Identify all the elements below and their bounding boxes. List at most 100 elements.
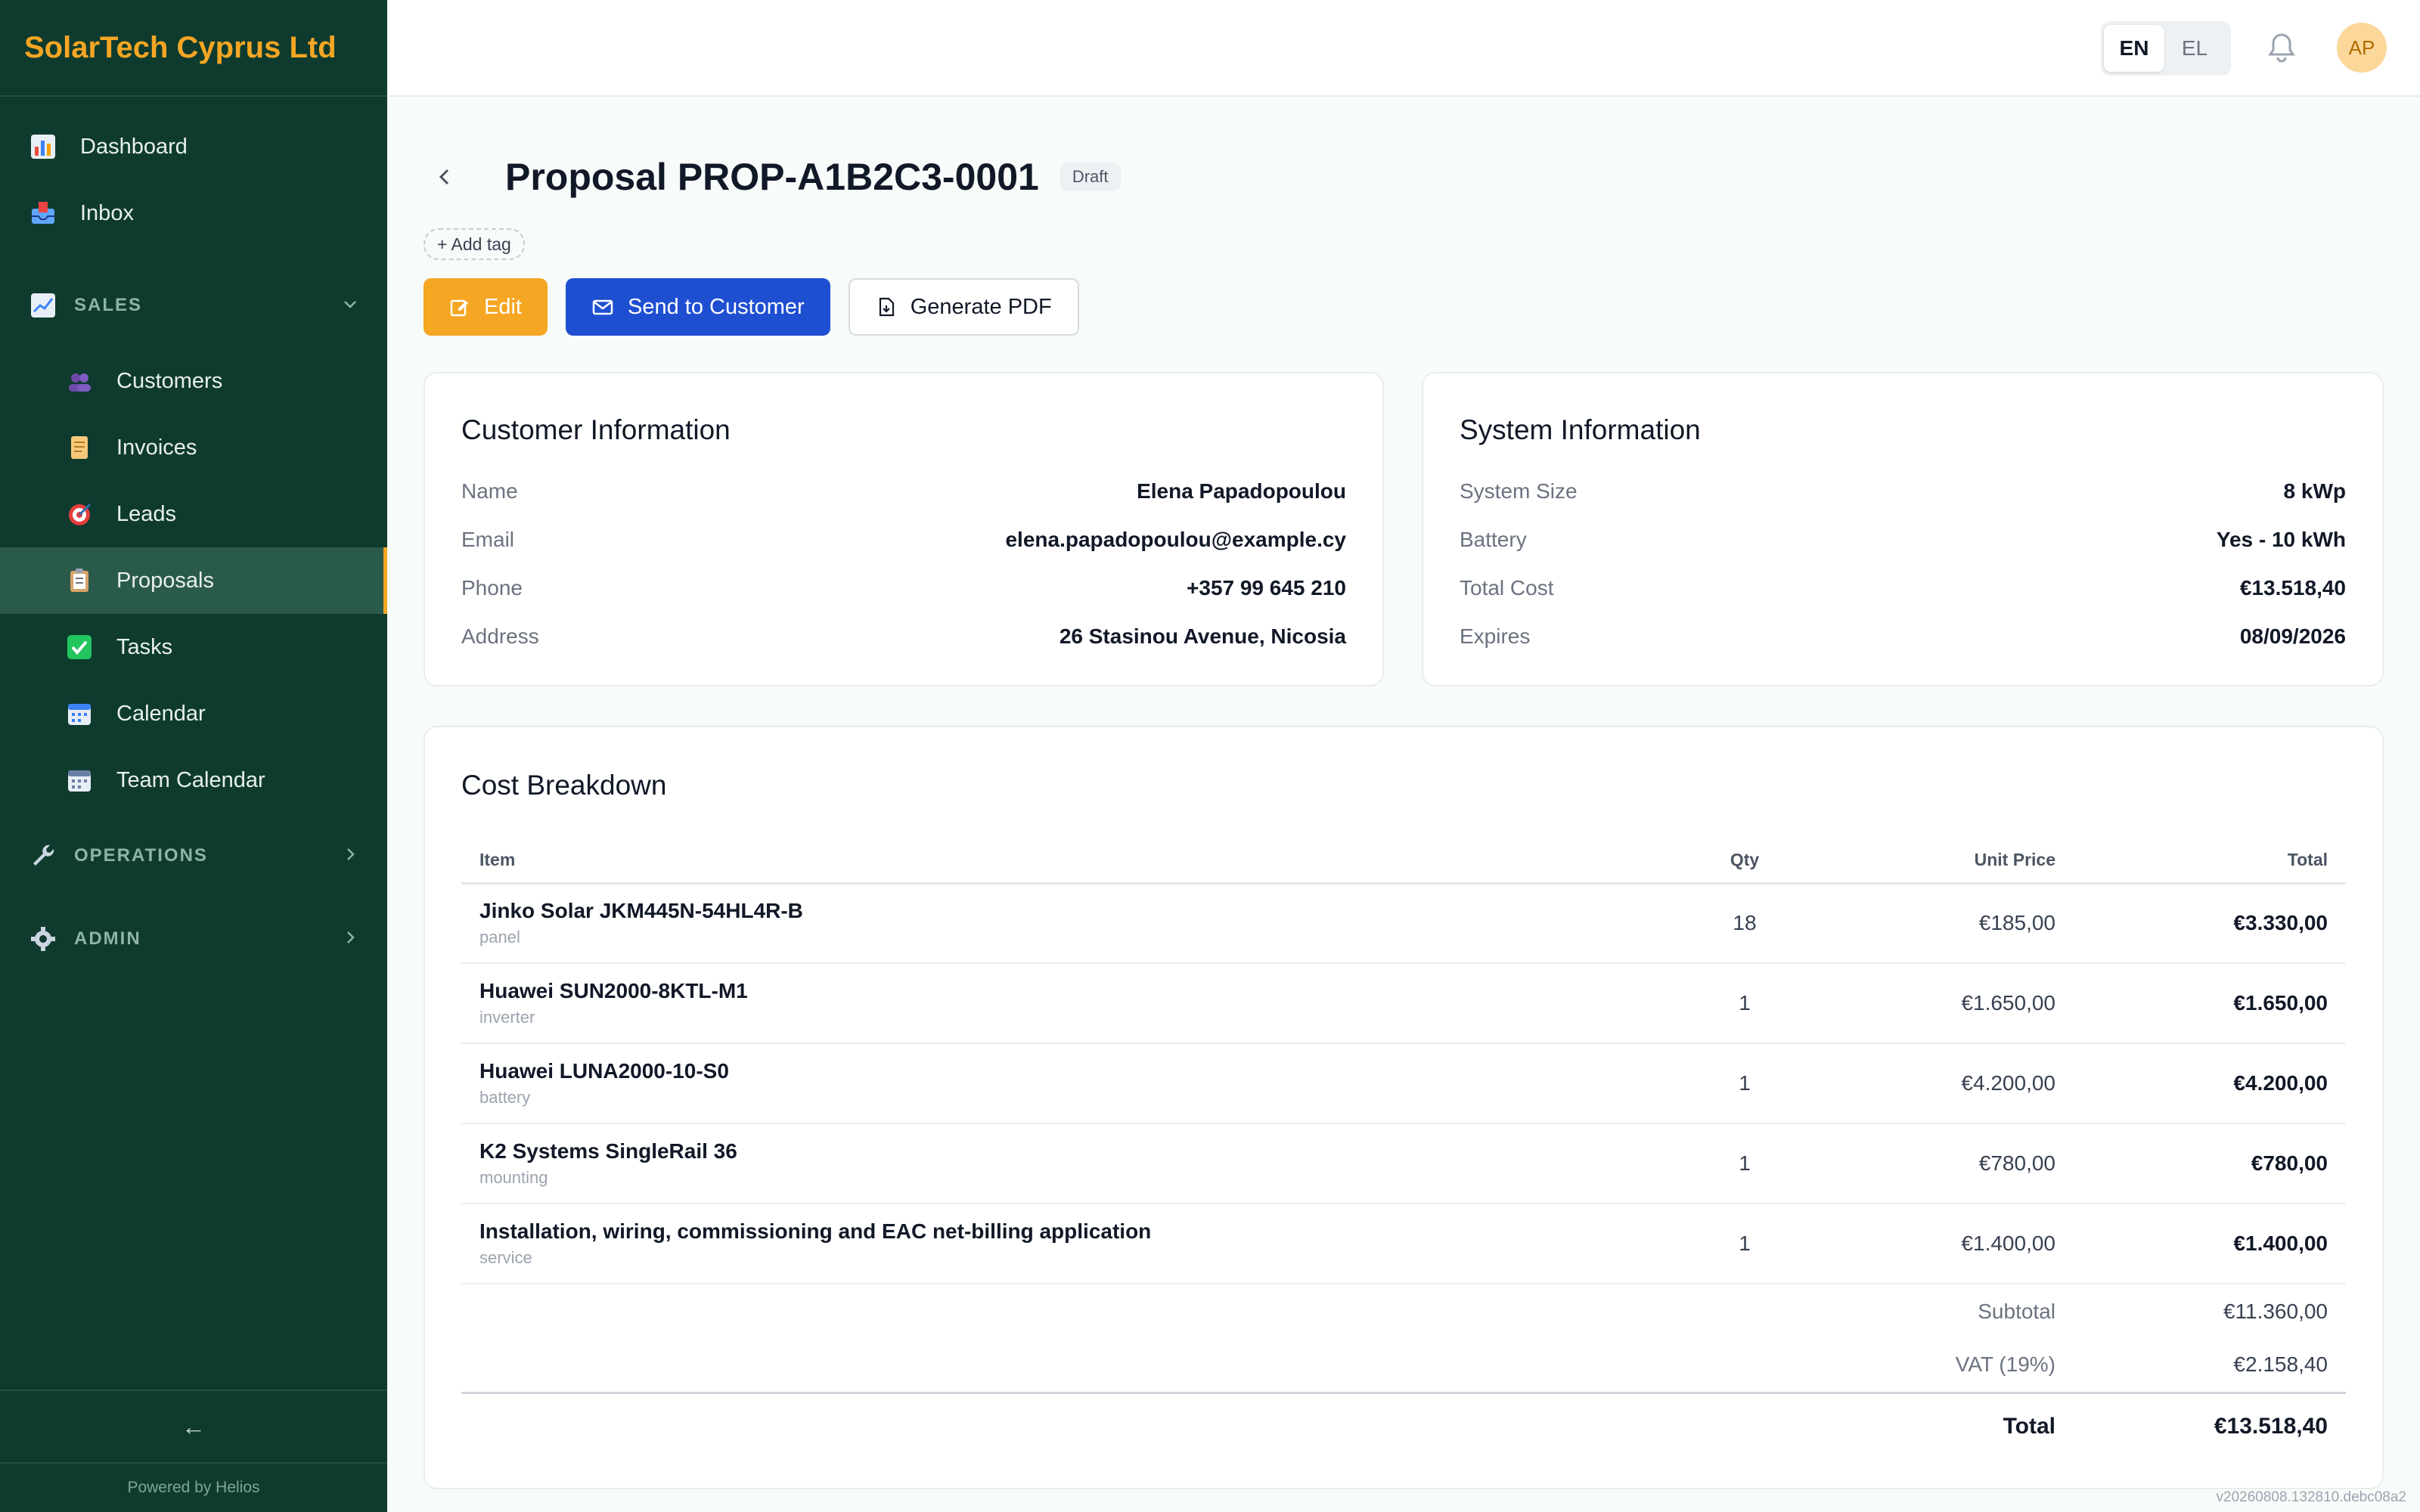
- vat-value: €2.158,40: [2233, 1352, 2328, 1377]
- wrench-icon: [29, 841, 57, 870]
- column-header: Unit Price: [1809, 838, 2074, 885]
- column-header: Qty: [1680, 838, 1809, 885]
- send-label: Send to Customer: [627, 294, 805, 319]
- info-row: Address 26 Stasinou Avenue, Nicosia: [461, 624, 1346, 648]
- file-icon: [876, 296, 897, 318]
- cost-table: Item Qty Unit Price Total Jinko Solar JK…: [461, 838, 2346, 1459]
- system-info-card: System Information System Size 8 kWp Batt…: [1422, 372, 2384, 686]
- item-category: battery: [479, 1088, 531, 1107]
- cost-breakdown-card: Cost Breakdown Item Qty Unit Price Total…: [424, 726, 2384, 1489]
- info-row: Battery Yes - 10 kWh: [1460, 528, 2346, 551]
- item-name: Huawei LUNA2000-10-S0: [479, 1059, 729, 1083]
- page-title: Proposal PROP-A1B2C3-0001: [505, 156, 1039, 198]
- table-row: K2 Systems SingleRail 36 mounting 1 €780,…: [461, 1123, 2346, 1204]
- sidebar-item-team-calendar[interactable]: Team Calendar: [0, 747, 387, 813]
- item-category: inverter: [479, 1008, 535, 1027]
- column-header: Total: [2074, 838, 2346, 885]
- total-row: Total €13.518,40: [461, 1391, 2346, 1459]
- item-qty: 18: [1680, 883, 1809, 964]
- item-category: mounting: [479, 1168, 548, 1187]
- card-heading: Customer Information: [461, 414, 731, 445]
- column-header: Item: [461, 838, 1680, 885]
- item-name: Installation, wiring, commissioning and …: [479, 1219, 1152, 1243]
- sidebar-item-label: Dashboard: [80, 134, 188, 159]
- brand-name: SolarTech Cyprus Ltd: [24, 30, 337, 64]
- item-name: Jinko Solar JKM445N-54HL4R-B: [479, 899, 803, 923]
- vat-label: VAT (19%): [1955, 1352, 2055, 1377]
- vat-row: VAT (19%) €2.158,40: [461, 1338, 2346, 1393]
- sidebar-item-label: Tasks: [116, 634, 173, 659]
- item-total: €1.650,00: [2074, 963, 2346, 1044]
- sidebar-item-label: Invoices: [116, 435, 197, 460]
- item-unit-price: €4.200,00: [1809, 1043, 2074, 1124]
- sidebar-item-label: Proposals: [116, 568, 214, 593]
- info-row: Phone +357 99 645 210: [461, 576, 1346, 600]
- sidebar-item-proposals[interactable]: Proposals: [0, 547, 387, 614]
- item-unit-price: €780,00: [1809, 1123, 2074, 1204]
- language-switcher: EN EL: [2101, 21, 2231, 76]
- sidebar-item-invoices[interactable]: Invoices: [0, 414, 387, 481]
- inbox-icon: [29, 199, 57, 228]
- chevron-right-icon: [342, 844, 358, 868]
- calendar-icon: [65, 699, 94, 728]
- table-row: Huawei SUN2000-8KTL-M1 inverter 1 €1.650,…: [461, 963, 2346, 1044]
- item-total: €780,00: [2074, 1123, 2346, 1204]
- target-icon: [65, 500, 94, 528]
- lang-option-en[interactable]: EN: [2104, 25, 2164, 72]
- total-value: €13.518,40: [2074, 1391, 2346, 1459]
- item-category: service: [479, 1248, 532, 1267]
- chevron-down-icon: [342, 294, 358, 318]
- card-heading: Cost Breakdown: [461, 770, 667, 801]
- sidebar-item-leads[interactable]: Leads: [0, 481, 387, 547]
- sidebar-section-label: OPERATIONS: [74, 845, 208, 866]
- collapse-sidebar-button[interactable]: ←: [0, 1390, 387, 1462]
- item-qty: 1: [1680, 1043, 1809, 1124]
- info-row: Email elena.papadopoulou@example.cy: [461, 528, 1346, 551]
- sidebar-item-inbox[interactable]: Inbox: [0, 180, 387, 246]
- sidebar-item-dashboard[interactable]: Dashboard: [0, 113, 387, 180]
- sidebar-section-sales[interactable]: SALES: [0, 263, 387, 348]
- sidebar-section-admin[interactable]: ADMIN: [0, 897, 387, 981]
- status-badge: Draft: [1060, 163, 1121, 191]
- sidebar: SolarTech Cyprus Ltd Dashboard Inbox SAL…: [0, 0, 387, 1512]
- sidebar-item-label: Team Calendar: [116, 767, 265, 792]
- arrow-left-icon: ←: [182, 1412, 206, 1440]
- bell-icon[interactable]: [2263, 29, 2301, 67]
- item-qty: 1: [1680, 963, 1809, 1044]
- chevron-left-icon: [439, 169, 449, 185]
- generate-pdf-button[interactable]: Generate PDF: [848, 278, 1079, 336]
- sidebar-item-label: Leads: [116, 501, 177, 526]
- brand[interactable]: SolarTech Cyprus Ltd: [0, 0, 387, 97]
- subtotal-value: €11.360,00: [2223, 1299, 2328, 1323]
- sidebar-item-calendar[interactable]: Calendar: [0, 680, 387, 747]
- item-total: €1.400,00: [2074, 1204, 2346, 1284]
- table-row: Huawei LUNA2000-10-S0 battery 1 €4.200,00…: [461, 1043, 2346, 1124]
- sidebar-item-label: Calendar: [116, 701, 206, 726]
- item-category: panel: [479, 928, 520, 947]
- sidebar-item-customers[interactable]: Customers: [0, 348, 387, 414]
- edit-button[interactable]: Edit: [424, 278, 548, 336]
- back-button[interactable]: [424, 156, 466, 198]
- pdf-label: Generate PDF: [910, 294, 1052, 319]
- info-row: System Size 8 kWp: [1460, 479, 2346, 503]
- sidebar-item-tasks[interactable]: Tasks: [0, 614, 387, 680]
- item-unit-price: €1.400,00: [1809, 1204, 2074, 1284]
- edit-icon: [449, 296, 470, 318]
- info-row: Expires 08/09/2026: [1460, 624, 2346, 648]
- sidebar-item-label: Customers: [116, 368, 223, 393]
- calendar-icon: [65, 766, 94, 795]
- add-tag-button[interactable]: + Add tag: [424, 228, 525, 260]
- lang-option-el[interactable]: EL: [2164, 25, 2225, 72]
- chevron-right-icon: [342, 928, 358, 951]
- sidebar-section-operations[interactable]: OPERATIONS: [0, 813, 387, 898]
- subtotal-label: Subtotal: [1978, 1299, 2055, 1323]
- item-total: €4.200,00: [2074, 1043, 2346, 1124]
- avatar[interactable]: AP: [2337, 23, 2387, 73]
- scroll-icon: [65, 433, 94, 462]
- chart-up-icon: [29, 291, 57, 320]
- item-name: Huawei SUN2000-8KTL-M1: [479, 979, 748, 1002]
- topbar: EN EL AP: [387, 0, 2420, 97]
- bar-chart-icon: [29, 132, 57, 161]
- send-to-customer-button[interactable]: Send to Customer: [565, 278, 830, 336]
- check-icon: [65, 633, 94, 662]
